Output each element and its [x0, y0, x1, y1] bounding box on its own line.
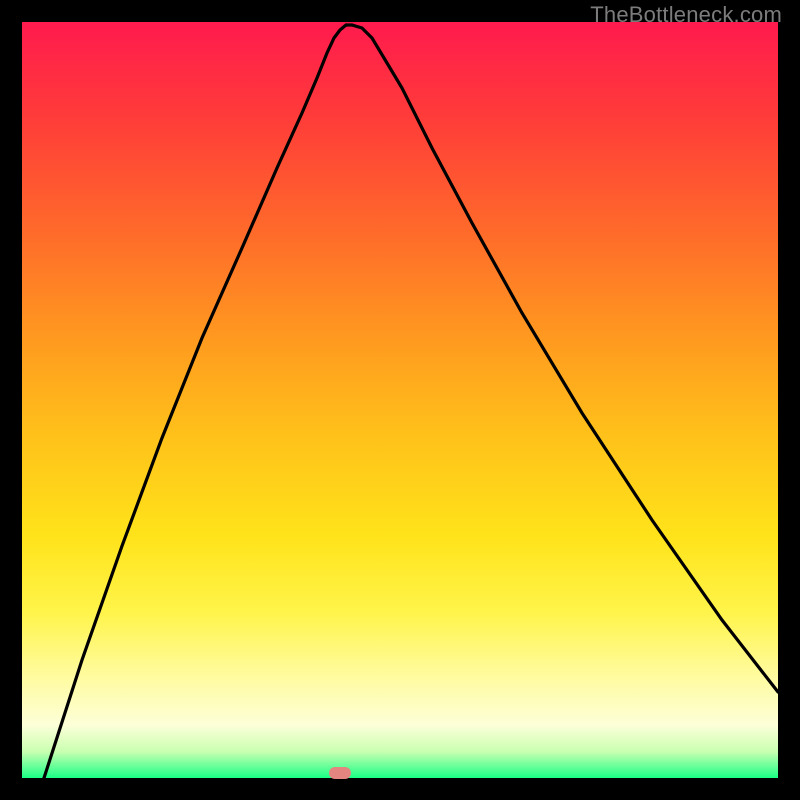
chart-curve-svg: [22, 22, 778, 778]
bottleneck-curve: [44, 25, 778, 778]
chart-frame: [22, 22, 778, 778]
optimal-point-marker: [329, 767, 351, 779]
